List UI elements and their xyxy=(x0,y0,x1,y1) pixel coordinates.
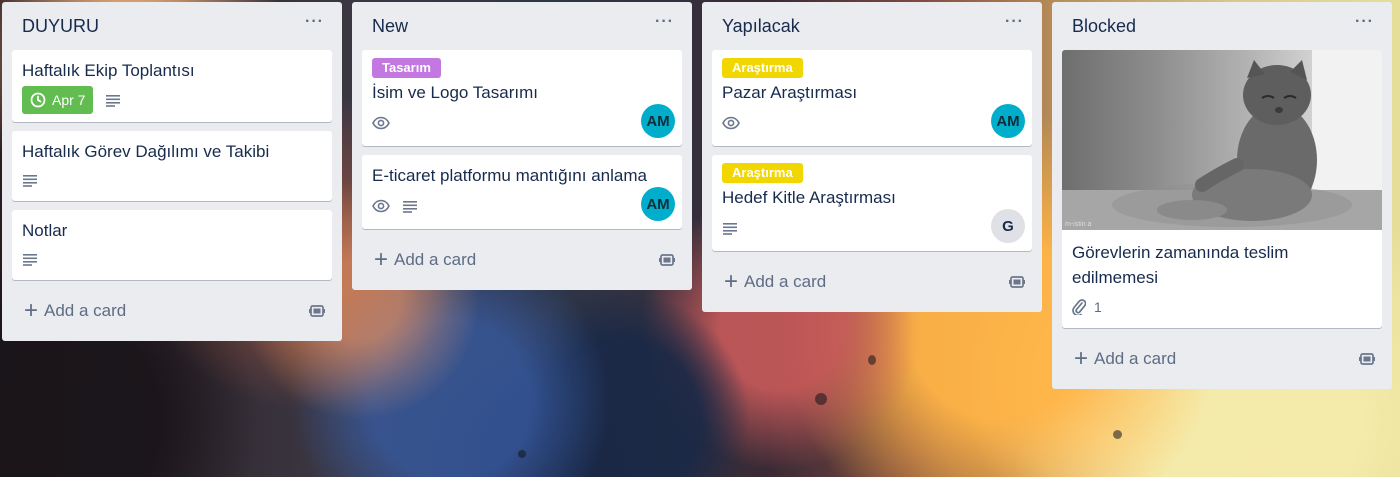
add-card-label: Add a card xyxy=(394,250,477,269)
list-title[interactable]: Yapılacak xyxy=(722,16,800,37)
add-card-button[interactable]: + Add a card xyxy=(724,268,827,295)
card[interactable]: Araştırma Hedef Kitle Araştırması G xyxy=(712,155,1032,251)
description-icon xyxy=(402,199,418,213)
create-from-template-icon[interactable] xyxy=(1008,274,1026,290)
due-date-badge[interactable]: Apr 7 xyxy=(22,86,94,114)
card-badges xyxy=(22,246,322,272)
member-avatar[interactable]: AM xyxy=(641,187,675,221)
card-badges xyxy=(722,213,1022,243)
sad-cat-image xyxy=(1062,50,1382,230)
card-title: E-ticaret platformu mantığını anlama xyxy=(372,166,647,185)
description-icon xyxy=(105,93,121,107)
cover-watermark: m-istin a xyxy=(1065,221,1092,228)
watch-eye-icon xyxy=(722,116,740,130)
add-card-row: + Add a card xyxy=(1062,337,1382,381)
card[interactable]: Haftalık Ekip Toplantısı Apr 7 xyxy=(12,50,332,122)
card-badges: Apr 7 xyxy=(22,86,322,114)
add-card-row: + Add a card xyxy=(362,238,682,282)
plus-icon: + xyxy=(724,268,739,295)
list-new: New ··· Tasarım İsim ve Logo Tasarımı AM… xyxy=(352,2,692,290)
add-card-label: Add a card xyxy=(1094,349,1177,368)
list-yapilacak: Yapılacak ··· Araştırma Pazar Araştırmas… xyxy=(702,2,1042,312)
background-bubble xyxy=(1113,430,1122,439)
card-badges xyxy=(372,108,672,138)
card-label[interactable]: Araştırma xyxy=(722,163,803,183)
create-from-template-icon[interactable] xyxy=(658,252,676,268)
list-title[interactable]: New xyxy=(372,16,408,37)
add-card-row: + Add a card xyxy=(12,289,332,333)
plus-icon: + xyxy=(1074,345,1089,372)
card-title: İsim ve Logo Tasarımı xyxy=(372,83,538,102)
list-blocked: Blocked ··· m-istin a Görevlerin zamanın… xyxy=(1052,2,1392,389)
watch-eye-icon xyxy=(372,116,390,130)
list-header: Blocked ··· xyxy=(1062,2,1382,50)
card-badges xyxy=(372,191,672,221)
watch-eye-icon xyxy=(372,199,390,213)
plus-icon: + xyxy=(374,246,389,273)
card[interactable]: Notlar xyxy=(12,210,332,280)
description-icon xyxy=(722,221,738,235)
card[interactable]: E-ticaret platformu mantığını anlama AM xyxy=(362,155,682,229)
card-title: Görevlerin zamanında teslim edilmemesi xyxy=(1072,243,1289,287)
list-title[interactable]: Blocked xyxy=(1072,16,1136,37)
card-badges xyxy=(722,108,1022,138)
card-title: Notlar xyxy=(22,221,68,240)
list-header: DUYURU ··· xyxy=(12,2,332,50)
list-title[interactable]: DUYURU xyxy=(22,16,99,37)
create-from-template-icon[interactable] xyxy=(308,303,326,319)
add-card-button[interactable]: + Add a card xyxy=(1074,345,1177,372)
card-cover-image: m-istin a xyxy=(1062,50,1382,230)
card-label[interactable]: Araştırma xyxy=(722,58,803,78)
clock-icon xyxy=(30,92,46,108)
card[interactable]: Araştırma Pazar Araştırması AM xyxy=(712,50,1032,146)
card-label[interactable]: Tasarım xyxy=(372,58,441,78)
card-badges: 1 xyxy=(1072,294,1372,320)
description-icon xyxy=(22,252,38,266)
card-title: Hedef Kitle Araştırması xyxy=(722,188,896,207)
due-date-text: Apr 7 xyxy=(52,92,86,108)
card[interactable]: Haftalık Görev Dağılımı ve Takibi xyxy=(12,131,332,201)
board-lists: DUYURU ··· Haftalık Ekip Toplantısı Apr … xyxy=(2,2,1392,389)
add-card-button[interactable]: + Add a card xyxy=(374,246,477,273)
background-bubble xyxy=(518,450,526,458)
list-menu-button[interactable]: ··· xyxy=(1005,14,1024,35)
card-title: Pazar Araştırması xyxy=(722,83,858,102)
card-badges xyxy=(22,167,322,193)
attachment-count: 1 xyxy=(1094,299,1102,315)
add-card-label: Add a card xyxy=(44,301,127,320)
member-avatar[interactable]: AM xyxy=(991,104,1025,138)
member-avatar[interactable]: G xyxy=(991,209,1025,243)
card[interactable]: m-istin a Görevlerin zamanında teslim ed… xyxy=(1062,50,1382,328)
description-icon xyxy=(22,173,38,187)
paperclip-icon xyxy=(1072,299,1086,315)
plus-icon: + xyxy=(24,297,39,324)
add-card-row: + Add a card xyxy=(712,260,1032,304)
card-title: Haftalık Görev Dağılımı ve Takibi xyxy=(22,142,270,161)
add-card-label: Add a card xyxy=(744,272,827,291)
add-card-button[interactable]: + Add a card xyxy=(24,297,127,324)
card-title: Haftalık Ekip Toplantısı xyxy=(22,61,195,80)
create-from-template-icon[interactable] xyxy=(1358,351,1376,367)
list-header: New ··· xyxy=(362,2,682,50)
member-avatar[interactable]: AM xyxy=(641,104,675,138)
list-duyuru: DUYURU ··· Haftalık Ekip Toplantısı Apr … xyxy=(2,2,342,341)
list-header: Yapılacak ··· xyxy=(712,2,1032,50)
background-bubble xyxy=(815,393,827,405)
list-menu-button[interactable]: ··· xyxy=(1355,14,1374,35)
card[interactable]: Tasarım İsim ve Logo Tasarımı AM xyxy=(362,50,682,146)
list-menu-button[interactable]: ··· xyxy=(655,14,674,35)
list-menu-button[interactable]: ··· xyxy=(305,14,324,35)
